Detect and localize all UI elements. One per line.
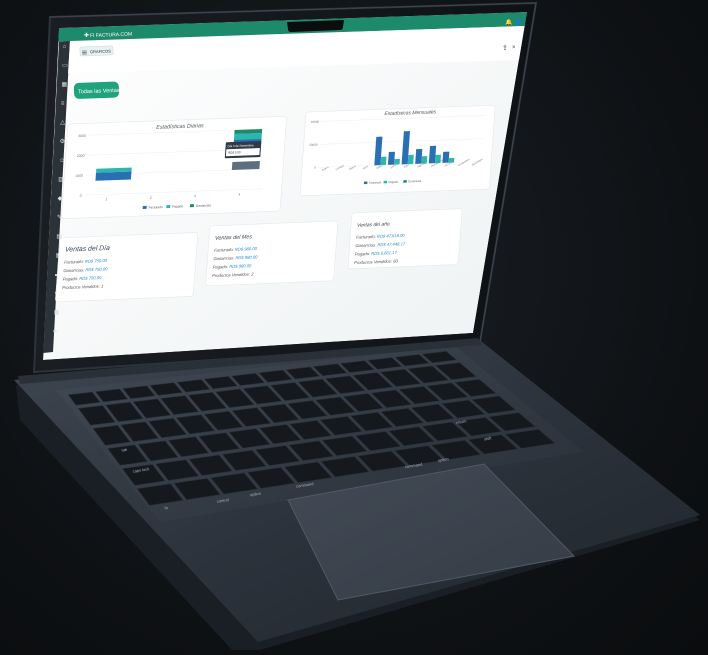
- card-row-value: RD$ 6,661.17: [371, 250, 397, 256]
- card-row-value: RD$ 750.00: [85, 258, 108, 264]
- chart-icon: ▤: [82, 50, 87, 56]
- daily-x-tick: 2: [150, 196, 152, 200]
- warning-icon[interactable]: △: [60, 120, 65, 126]
- daily-legend-label: Pagado: [172, 204, 183, 208]
- annual-legend-swatch: [403, 180, 407, 183]
- grid-icon[interactable]: ▦: [54, 310, 60, 316]
- close-icon[interactable]: ×: [512, 45, 516, 51]
- daily-tooltip: Día 3 de NoviembreRD$ 0.00: [224, 141, 262, 159]
- daily-y-tick: 2000: [77, 154, 85, 158]
- annual-bar-pagado: [407, 154, 414, 165]
- annual-legend-label: Ganancias: [408, 179, 422, 184]
- year-sales-card: Ventas del añoFacturado: RD$ 47,618.00Ga…: [347, 208, 463, 270]
- card-row-value: 1: [101, 283, 104, 288]
- annual-bar-facturado: [428, 145, 437, 164]
- annual-bar-facturado: [442, 151, 450, 163]
- daily-bar-facturado: [231, 160, 260, 170]
- annual-chart-panel: Estadísticas Mensuales 40000200000 Enero F…: [300, 105, 496, 197]
- daily-bar-facturado: [95, 171, 132, 181]
- daily-legend-swatch: [142, 205, 147, 209]
- daily-legend-label: Facturado: [148, 205, 163, 210]
- month-sales-card: Ventas del MesFacturado: RD$ 980.00Ganan…: [205, 220, 339, 287]
- laptop-scene: commandoptioncontrolreturnshiftcaps lock…: [14, 1, 700, 650]
- card-row-value: RD$ 750.00: [79, 275, 102, 281]
- bell-icon[interactable]: 🔔: [505, 18, 513, 26]
- card-row-value: RD$ 980.00: [229, 263, 252, 269]
- daily-legend-label: Ganancias: [196, 203, 212, 208]
- inventory-icon[interactable]: ▥: [58, 177, 64, 183]
- daily-chart-panel: Estadísticas Diarias 30002000100001 2 3 4Dí…: [61, 116, 287, 220]
- daily-bar-pagado: [233, 133, 262, 141]
- tab-graficos-label: GRAFICOS: [90, 49, 111, 55]
- annual-legend-label: Facturado: [369, 180, 382, 184]
- tooltip-value: RD$ 0.00: [228, 150, 241, 154]
- daily-y-tick: 1000: [75, 174, 83, 178]
- daily-legend-swatch: [166, 204, 171, 209]
- gear-icon[interactable]: ⚙: [60, 138, 65, 145]
- annual-legend-swatch: [383, 180, 388, 184]
- daily-x-tick: 4: [238, 193, 240, 197]
- card-row-value: RD$ 980.00: [235, 254, 258, 260]
- home-icon[interactable]: ⌂: [63, 44, 67, 50]
- user-icon[interactable]: ☺: [59, 158, 65, 164]
- logo-icon: ✚: [84, 32, 89, 39]
- daily-legend-swatch: [189, 204, 195, 208]
- list-icon[interactable]: ≡: [61, 101, 65, 107]
- day-sales-card: Ventas del DíaFacturado: RD$ 750.00Ganan…: [55, 232, 198, 303]
- daily-y-tick: 0: [80, 194, 82, 198]
- annual-legend-label: Pagado: [388, 180, 398, 184]
- chart-icon[interactable]: ▦: [62, 82, 68, 88]
- daily-x-tick: 1: [105, 197, 107, 201]
- folder-icon[interactable]: ▭: [62, 63, 68, 69]
- card-row-value: RD$ 980.00: [235, 246, 258, 252]
- daily-x-tick: 3: [194, 194, 196, 198]
- share-icon[interactable]: ⇪: [502, 44, 508, 52]
- screen: FI FACTURA.COM ✚ 🔔 👤 ⌂▭▦≡△⚙☺▥◆✎▤▦▬⚙▦⇤ GR…: [43, 12, 527, 360]
- user-icon[interactable]: 👤: [515, 18, 522, 26]
- annual-y-tick: 40000: [311, 120, 320, 124]
- annual-bar-facturado: [415, 148, 423, 164]
- card-row-value: RD$ 750.00: [85, 266, 108, 272]
- annual-y-tick: 20000: [309, 143, 318, 147]
- annual-bar-facturado: [387, 151, 395, 165]
- daily-y-tick: 3000: [78, 134, 86, 138]
- tag-icon[interactable]: ◆: [58, 196, 63, 202]
- logout-icon[interactable]: ⇤: [53, 329, 58, 335]
- annual-legend-swatch: [363, 181, 368, 185]
- tool-icon[interactable]: ✎: [57, 214, 62, 221]
